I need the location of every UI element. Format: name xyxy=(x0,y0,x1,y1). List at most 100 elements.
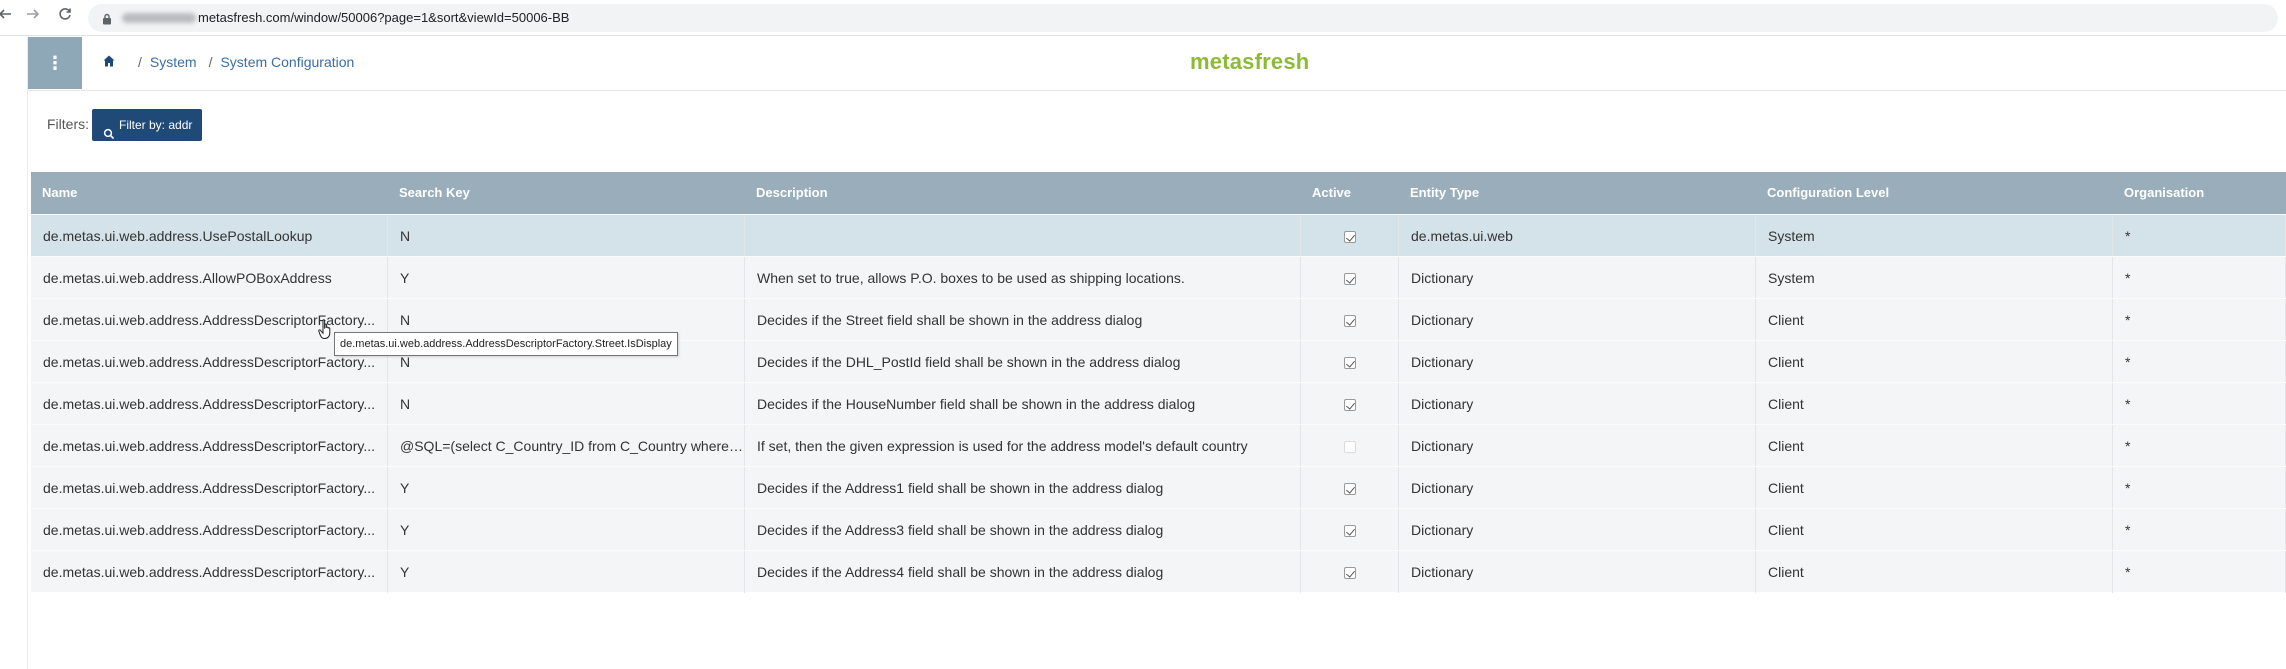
checked-checkbox-icon xyxy=(1343,525,1356,538)
cell-entity-type[interactable]: Dictionary xyxy=(1399,341,1756,383)
cell-active[interactable] xyxy=(1301,425,1399,467)
cell-configuration-level[interactable]: Client xyxy=(1756,299,2113,341)
cell-active[interactable] xyxy=(1301,383,1399,425)
checked-checkbox-icon xyxy=(1343,567,1356,580)
browser-toolbar: metasfresh.com/window/50006?page=1&sort&… xyxy=(0,0,2286,36)
cell-configuration-level[interactable]: System xyxy=(1756,257,2113,299)
blurred-subdomain xyxy=(122,13,196,23)
cell-entity-type[interactable]: Dictionary xyxy=(1399,467,1756,509)
column-header-description[interactable]: Description xyxy=(745,172,1301,214)
cell-entity-type[interactable]: Dictionary xyxy=(1399,257,1756,299)
cell-configuration-level[interactable]: Client xyxy=(1756,341,2113,383)
cell-active[interactable] xyxy=(1301,299,1399,341)
checked-checkbox-icon xyxy=(1343,399,1356,412)
column-header-entity-type[interactable]: Entity Type xyxy=(1399,172,1756,214)
cell-organisation[interactable]: * xyxy=(2113,467,2286,509)
cell-active[interactable] xyxy=(1301,467,1399,509)
forward-arrow-icon[interactable] xyxy=(22,6,44,28)
column-header-name[interactable]: Name xyxy=(31,172,388,214)
cell-organisation[interactable]: * xyxy=(2113,551,2286,593)
table-body: de.metas.ui.web.address.UsePostalLookup N… xyxy=(31,214,2286,593)
cell-organisation[interactable]: * xyxy=(2113,215,2286,257)
cell-active[interactable] xyxy=(1301,341,1399,383)
cell-entity-type[interactable]: Dictionary xyxy=(1399,299,1756,341)
left-strip xyxy=(0,37,28,669)
cell-search-key[interactable]: @SQL=(select C_Country_ID from C_Country… xyxy=(388,425,745,467)
cell-active[interactable] xyxy=(1301,215,1399,257)
cell-search-key[interactable]: N xyxy=(388,215,745,257)
cell-active[interactable] xyxy=(1301,257,1399,299)
cell-active[interactable] xyxy=(1301,509,1399,551)
cell-organisation[interactable]: * xyxy=(2113,425,2286,467)
cell-description[interactable]: Decides if the Address1 field shall be s… xyxy=(745,467,1301,509)
back-arrow-icon[interactable] xyxy=(0,6,16,28)
cell-entity-type[interactable]: de.metas.ui.web xyxy=(1399,215,1756,257)
cell-name[interactable]: de.metas.ui.web.address.AddressDescripto… xyxy=(31,551,388,593)
cell-description[interactable]: When set to true, allows P.O. boxes to b… xyxy=(745,257,1301,299)
cell-search-key[interactable]: N xyxy=(388,383,745,425)
cell-active[interactable] xyxy=(1301,551,1399,593)
cell-configuration-level[interactable]: System xyxy=(1756,215,2113,257)
address-bar[interactable]: metasfresh.com/window/50006?page=1&sort&… xyxy=(88,4,2278,32)
config-table: Name Search Key Description Active Entit… xyxy=(31,172,2286,593)
cell-configuration-level[interactable]: Client xyxy=(1756,509,2113,551)
menu-button[interactable]: ⋮ xyxy=(28,37,82,89)
search-icon xyxy=(103,120,115,139)
table-row[interactable]: de.metas.ui.web.address.AddressDescripto… xyxy=(31,424,2286,467)
cell-search-key[interactable]: Y xyxy=(388,257,745,299)
cell-description[interactable]: Decides if the Street field shall be sho… xyxy=(745,299,1301,341)
reload-icon[interactable] xyxy=(54,6,76,28)
cell-organisation[interactable]: * xyxy=(2113,383,2286,425)
breadcrumb-system-configuration[interactable]: System Configuration xyxy=(220,54,354,70)
table-row[interactable]: de.metas.ui.web.address.AllowPOBoxAddres… xyxy=(31,256,2286,299)
cell-organisation[interactable]: * xyxy=(2113,299,2286,341)
cell-name[interactable]: de.metas.ui.web.address.AddressDescripto… xyxy=(31,383,388,425)
column-header-active[interactable]: Active xyxy=(1301,172,1399,214)
cell-description[interactable]: Decides if the HouseNumber field shall b… xyxy=(745,383,1301,425)
breadcrumb-system[interactable]: System xyxy=(150,54,197,70)
checked-checkbox-icon xyxy=(1343,483,1356,496)
filter-button[interactable]: Filter by: addr xyxy=(92,109,202,141)
cell-entity-type[interactable]: Dictionary xyxy=(1399,383,1756,425)
cell-description[interactable] xyxy=(745,215,1301,257)
cell-entity-type[interactable]: Dictionary xyxy=(1399,551,1756,593)
cell-configuration-level[interactable]: Client xyxy=(1756,383,2113,425)
cell-search-key[interactable]: Y xyxy=(388,551,745,593)
table-row[interactable]: de.metas.ui.web.address.AddressDescripto… xyxy=(31,382,2286,425)
cell-name[interactable]: de.metas.ui.web.address.AllowPOBoxAddres… xyxy=(31,257,388,299)
cell-name[interactable]: de.metas.ui.web.address.AddressDescripto… xyxy=(31,509,388,551)
column-header-search-key[interactable]: Search Key xyxy=(388,172,745,214)
table-row[interactable]: de.metas.ui.web.address.AddressDescripto… xyxy=(31,550,2286,593)
cell-search-key[interactable]: Y xyxy=(388,509,745,551)
app-logo[interactable]: metasfresh xyxy=(1190,49,1309,75)
column-header-organisation[interactable]: Organisation xyxy=(2113,172,2286,214)
cell-entity-type[interactable]: Dictionary xyxy=(1399,425,1756,467)
vertical-dots-icon: ⋮ xyxy=(46,53,64,73)
cell-description[interactable]: Decides if the DHL_PostId field shall be… xyxy=(745,341,1301,383)
cell-organisation[interactable]: * xyxy=(2113,509,2286,551)
cell-description[interactable]: If set, then the given expression is use… xyxy=(745,425,1301,467)
cell-entity-type[interactable]: Dictionary xyxy=(1399,509,1756,551)
table-row[interactable]: de.metas.ui.web.address.AddressDescripto… xyxy=(31,508,2286,551)
cell-description[interactable]: Decides if the Address3 field shall be s… xyxy=(745,509,1301,551)
cell-configuration-level[interactable]: Client xyxy=(1756,425,2113,467)
cell-configuration-level[interactable]: Client xyxy=(1756,551,2113,593)
cell-organisation[interactable]: * xyxy=(2113,257,2286,299)
url-text: metasfresh.com/window/50006?page=1&sort&… xyxy=(198,10,570,25)
column-header-configuration-level[interactable]: Configuration Level xyxy=(1756,172,2113,214)
home-icon[interactable] xyxy=(102,54,116,68)
filter-button-label: Filter by: addr xyxy=(119,118,193,132)
unchecked-checkbox-icon xyxy=(1343,441,1356,454)
cell-name[interactable]: de.metas.ui.web.address.UsePostalLookup xyxy=(31,215,388,257)
cell-name[interactable]: de.metas.ui.web.address.AddressDescripto… xyxy=(31,467,388,509)
cell-configuration-level[interactable]: Client xyxy=(1756,467,2113,509)
cell-organisation[interactable]: * xyxy=(2113,341,2286,383)
hand-cursor-icon xyxy=(318,318,336,340)
cell-search-key[interactable]: Y xyxy=(388,467,745,509)
table-row[interactable]: de.metas.ui.web.address.UsePostalLookup N… xyxy=(31,214,2286,257)
table-row[interactable]: de.metas.ui.web.address.AddressDescripto… xyxy=(31,466,2286,509)
cell-description[interactable]: Decides if the Address4 field shall be s… xyxy=(745,551,1301,593)
cell-name[interactable]: de.metas.ui.web.address.AddressDescripto… xyxy=(31,425,388,467)
breadcrumb: / System / System Configuration xyxy=(138,54,355,70)
checked-checkbox-icon xyxy=(1343,273,1356,286)
